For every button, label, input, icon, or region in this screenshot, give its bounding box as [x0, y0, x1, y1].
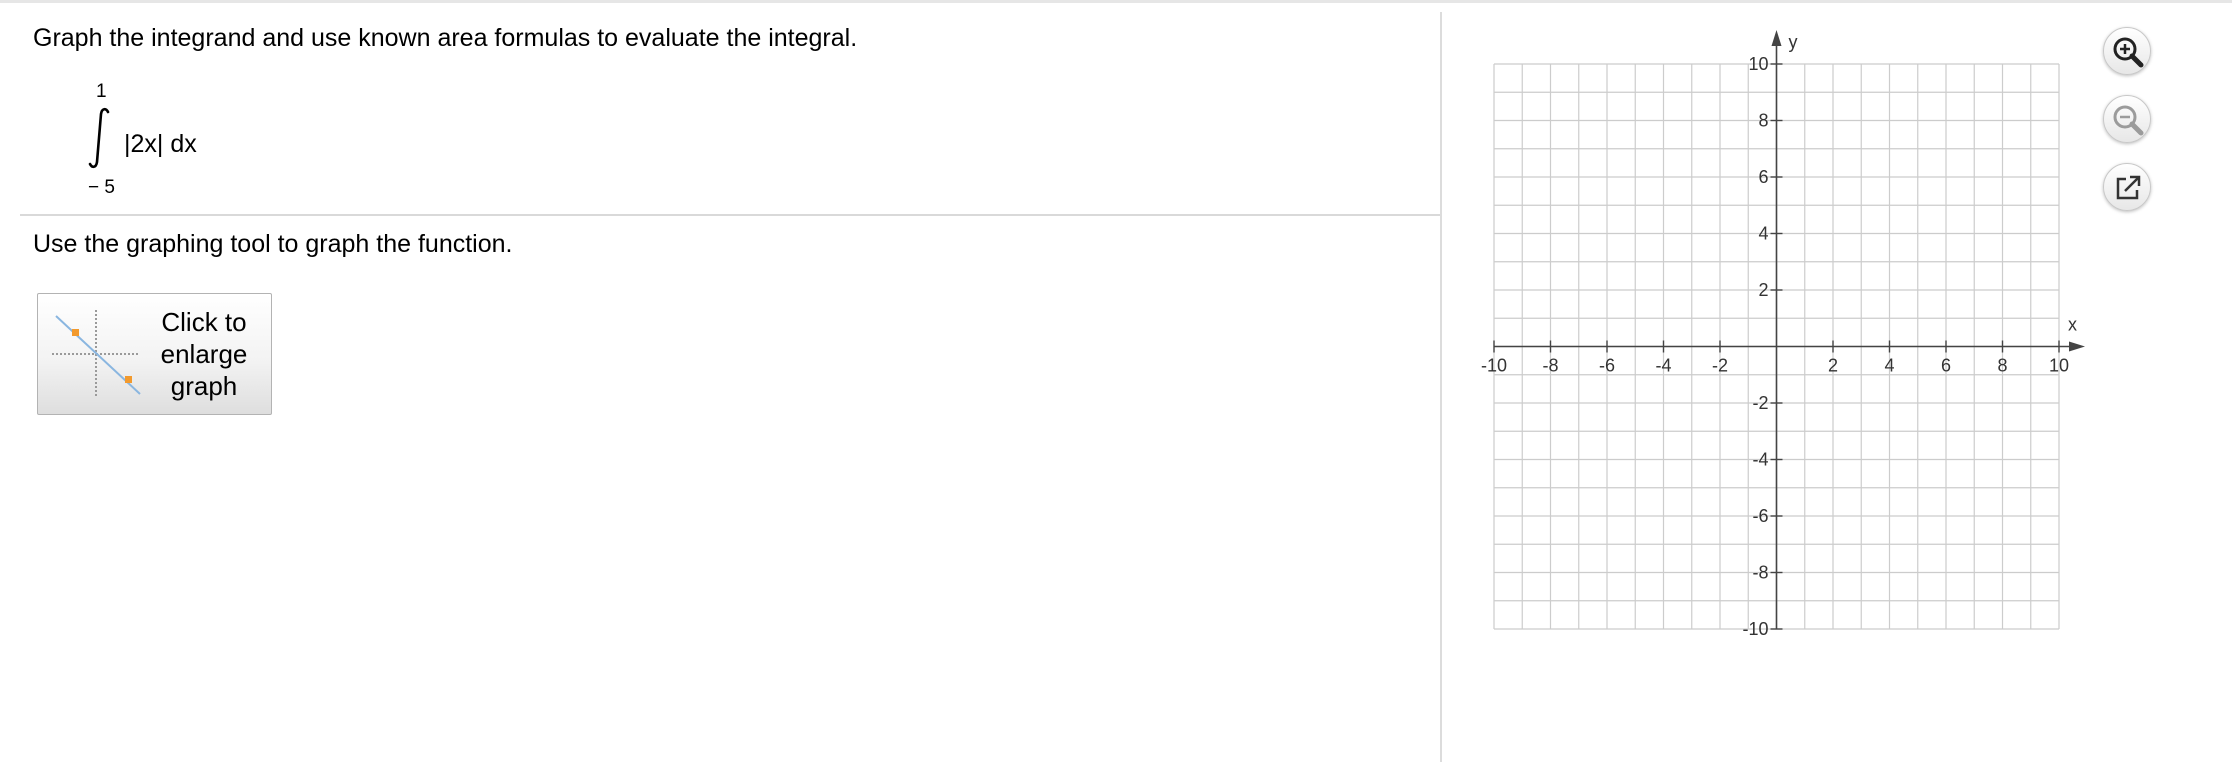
coordinate-graph[interactable]: x y -10 -8 -6 -4 -2 2 4 6 8 10 10 8 6 4 2 -2 -4 -6 -8 -10: [1470, 20, 2110, 660]
y-tick-label: 2: [1758, 280, 1768, 300]
y-tick-label: -2: [1752, 393, 1768, 413]
x-tick-label: -4: [1655, 356, 1671, 376]
zoom-in-icon: [2113, 37, 2144, 68]
enlarge-graph-label: Click to enlarge graph: [144, 306, 264, 402]
x-tick-label: -6: [1599, 356, 1615, 376]
zoom-out-icon: [2113, 105, 2144, 136]
x-axis-arrow: [2069, 341, 2085, 352]
x-tick-label: -8: [1542, 356, 1558, 376]
x-tick-label: 10: [2049, 356, 2069, 376]
y-tick-label: 4: [1758, 224, 1768, 244]
y-axis-label: y: [1789, 32, 1798, 52]
integral-lower-limit: − 5: [88, 177, 115, 198]
enlarge-label-line: graph: [170, 371, 238, 401]
x-tick-label: 8: [1997, 356, 2007, 376]
x-tick-label: 2: [1828, 356, 1838, 376]
y-tick-label: -4: [1752, 450, 1768, 470]
enlarge-label-line: Click to: [161, 307, 247, 337]
panel-divider: [1440, 12, 1442, 762]
integral-sign-icon: [88, 107, 110, 169]
x-tick-label: -10: [1481, 356, 1507, 376]
y-axis-arrow: [1771, 30, 1782, 46]
graph-thumbnail-icon: [52, 310, 141, 398]
y-tick-label: 6: [1758, 167, 1768, 187]
x-tick-label: 6: [1941, 356, 1951, 376]
y-tick-label: -8: [1752, 563, 1768, 583]
y-tick-label: -6: [1752, 506, 1768, 526]
popout-button[interactable]: [2103, 163, 2151, 211]
graph-instruction: Use the graphing tool to graph the funct…: [33, 230, 513, 258]
popout-icon: [2116, 175, 2141, 200]
enlarge-graph-button[interactable]: Click to enlarge graph: [37, 293, 272, 415]
x-tick-label: 4: [1884, 356, 1894, 376]
y-tick-label: 8: [1758, 111, 1768, 131]
zoom-out-button[interactable]: [2103, 95, 2151, 143]
integral-upper-limit: 1: [96, 81, 107, 102]
enlarge-label-line: enlarge: [160, 339, 248, 369]
y-tick-label: -10: [1742, 619, 1768, 639]
question-instruction: Graph the integrand and use known area f…: [33, 24, 858, 52]
zoom-in-button[interactable]: [2103, 27, 2151, 75]
integrand: |2x| dx: [124, 130, 197, 158]
x-axis-label: x: [2068, 315, 2077, 335]
x-tick-label: -2: [1712, 356, 1728, 376]
integral-expression: 1 |2x| dx − 5: [80, 78, 280, 208]
y-tick-label: 10: [1748, 54, 1768, 74]
section-divider: [20, 214, 1440, 216]
